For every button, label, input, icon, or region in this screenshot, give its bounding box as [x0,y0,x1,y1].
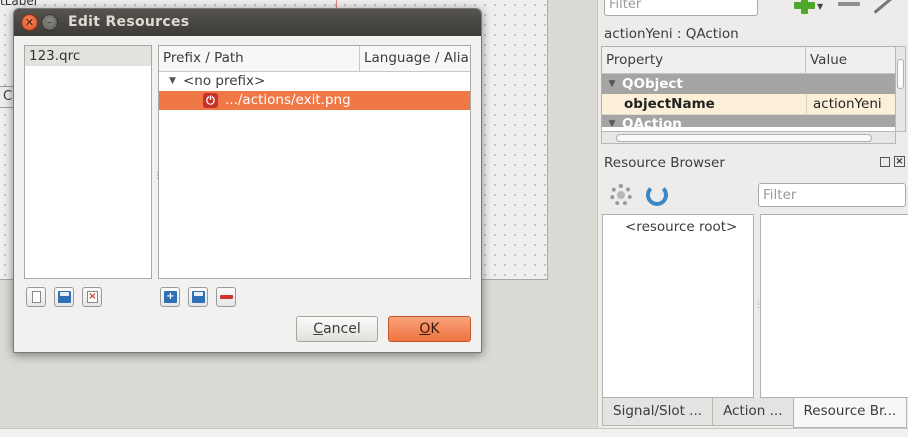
tree-row-prefix[interactable]: ▼ <no prefix> [159,72,470,91]
form-label-fragment: tLabel [0,0,38,8]
status-strip [0,428,908,437]
property-vertical-scrollbar[interactable] [895,46,906,132]
property-row-objectname[interactable]: objectName actionYeni [602,94,895,115]
tab-action-editor[interactable]: Action ... [712,398,794,426]
ok-label: K [430,321,440,337]
dock-tab-bar: Signal/Slot ... Action ... Resource Br..… [602,398,908,428]
ok-button[interactable]: OK [388,316,471,342]
cancel-label: ancel [323,321,361,337]
save-icon [58,291,71,303]
add-prefix-button[interactable]: + [160,287,180,307]
wrench-icon[interactable] [870,0,894,16]
scrollbar-thumb[interactable] [897,59,904,89]
property-name: objectName [602,94,807,114]
remove-resource-button[interactable] [216,287,236,307]
property-horizontal-scrollbar[interactable] [601,131,896,144]
reload-icon[interactable] [646,184,668,206]
column-language-alias[interactable]: Language / Alia [360,46,470,71]
gear-icon[interactable] [610,184,632,206]
form-marker-line [336,0,337,8]
group-qobject-label: QObject [622,76,683,92]
float-icon[interactable] [880,157,890,167]
tab-resource-browser[interactable]: Resource Br... [792,398,908,428]
file-path-label: .../actions/exit.png [225,92,351,108]
edit-resources-dialog: ✕ – Edit Resources 123.qrc ⋮ Prefix / Pa… [13,8,482,353]
close-icon[interactable]: × [894,156,905,167]
resource-browser-title: Resource Browser [604,155,725,171]
save-icon [192,291,205,303]
tree-row-file[interactable]: ⏻ .../actions/exit.png [159,91,470,110]
collapse-arrow-icon[interactable]: ▼ [602,79,622,89]
resource-file-list [760,214,908,398]
minus-icon [220,295,233,299]
property-table-header: Property Value [602,47,895,74]
open-file-button[interactable] [54,287,74,307]
prefix-label: <no prefix> [183,73,266,89]
group-qaction[interactable]: ▼ QAction [602,115,895,127]
chevron-down-icon[interactable]: ▼ [817,2,823,11]
add-property-icon[interactable] [794,0,816,14]
add-files-button[interactable] [188,287,208,307]
object-class-title: actionYeni : QAction [604,26,739,42]
scrollbar-thumb[interactable] [616,134,872,142]
qrc-file-list: 123.qrc [24,45,152,279]
group-qaction-label: QAction [622,116,682,127]
dialog-titlebar[interactable]: ✕ – Edit Resources [14,9,481,36]
dialog-title: Edit Resources [68,14,190,30]
cancel-mnemonic: C [313,321,324,337]
remove-property-icon[interactable] [838,2,860,6]
column-prefix-path[interactable]: Prefix / Path [159,46,360,71]
minimize-icon[interactable]: – [41,14,58,31]
power-icon: ⏻ [203,93,218,108]
property-table: Property Value ▼ QObject objectName acti… [601,46,896,132]
resource-root-item[interactable]: <resource root> [625,219,737,235]
expand-arrow-icon[interactable]: ▼ [169,72,176,91]
add-prefix-icon: + [164,291,177,303]
group-qobject[interactable]: ▼ QObject [602,74,895,94]
remove-file-button[interactable]: × [82,287,102,307]
collapse-arrow-icon[interactable]: ▼ [602,115,622,127]
list-item[interactable]: 123.qrc [25,46,151,66]
resource-tree-header: Prefix / Path Language / Alia [159,46,470,72]
column-value[interactable]: Value [806,47,847,73]
resource-tree: <resource root> [602,214,754,398]
new-file-icon [32,291,41,303]
resource-prefix-tree: Prefix / Path Language / Alia ▼ <no pref… [158,45,471,279]
remove-file-icon: × [87,291,98,303]
cancel-button[interactable]: Cancel [296,316,378,342]
property-value[interactable]: actionYeni [807,94,882,114]
ok-mnemonic: O [419,321,431,337]
resource-filter-input[interactable]: Filter [758,183,906,207]
new-file-button[interactable] [26,287,46,307]
right-dock: Filter ▼ actionYeni : QAction Property V… [597,0,908,430]
column-property[interactable]: Property [602,47,806,73]
object-filter-input[interactable]: Filter [604,0,758,16]
tab-signal-slot[interactable]: Signal/Slot ... [602,398,714,426]
close-icon[interactable]: ✕ [21,14,38,31]
